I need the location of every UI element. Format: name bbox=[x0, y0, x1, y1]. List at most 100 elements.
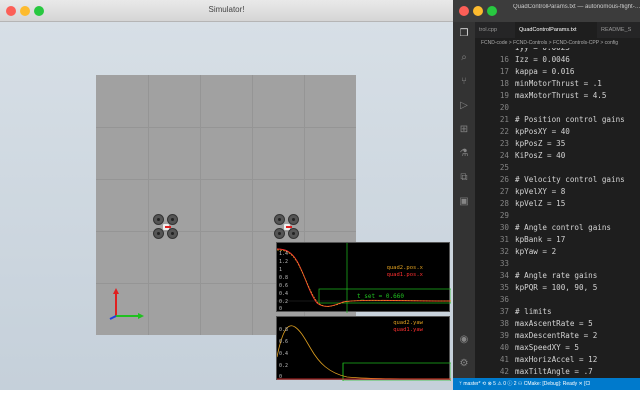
search-icon[interactable]: ⌕ bbox=[458, 52, 470, 64]
ytick: 0.8 bbox=[279, 275, 289, 281]
quad1-drone bbox=[153, 214, 179, 240]
line-number: 20 bbox=[499, 103, 509, 112]
ytick: 0.4 bbox=[279, 351, 289, 357]
line-text: maxSpeedXY = 5 bbox=[515, 343, 580, 352]
run-debug-icon[interactable]: ▷ bbox=[458, 100, 470, 112]
line-text: # Velocity control gains bbox=[515, 175, 625, 184]
line-number: 34 bbox=[499, 271, 509, 280]
code-line[interactable]: 36 bbox=[475, 294, 640, 306]
code-line[interactable]: 32 kpYaw = 2 bbox=[475, 246, 640, 258]
line-number: 41 bbox=[499, 355, 509, 364]
code-line[interactable]: 33 bbox=[475, 258, 640, 270]
vscode-titlebar: QuadControlParams.txt — autonomous-fligh… bbox=[453, 0, 640, 22]
gear-icon[interactable]: ⚙ bbox=[458, 358, 470, 370]
line-text: kpVelZ = 15 bbox=[515, 199, 566, 208]
status-bar[interactable]: ᛘ master* ⟲ ⊗ 5 ⚠ 0 ⓘ 2 ⚇ CMake: [Debug]… bbox=[453, 378, 640, 390]
code-line[interactable]: 40 maxSpeedXY = 5 bbox=[475, 342, 640, 354]
legend-quad1: quad1.pos.x bbox=[386, 272, 423, 278]
line-text: Izz = 0.0046 bbox=[515, 55, 570, 64]
line-number: 30 bbox=[499, 223, 509, 232]
ytick: 0.4 bbox=[279, 291, 289, 297]
line-text: kpVelXY = 8 bbox=[515, 187, 566, 196]
code-line[interactable]: 29 bbox=[475, 210, 640, 222]
code-line[interactable]: 19 maxMotorThrust = 4.5 bbox=[475, 90, 640, 102]
plot-annotation: t_set = 0.660 bbox=[357, 293, 404, 300]
code-line[interactable]: 26 # Velocity control gains bbox=[475, 174, 640, 186]
code-line[interactable]: 28 kpVelZ = 15 bbox=[475, 198, 640, 210]
line-text: # Position control gains bbox=[515, 115, 625, 124]
explorer-icon[interactable]: ❐ bbox=[458, 28, 470, 40]
line-number: 16 bbox=[499, 55, 509, 64]
line-number: 33 bbox=[499, 259, 509, 268]
line-number: 36 bbox=[499, 295, 509, 304]
simulator-window: Simulator! 1.4 1.2 1 0.8 0.6 0.4 0.2 0 q… bbox=[0, 0, 453, 390]
cmake-icon[interactable]: ▣ bbox=[458, 196, 470, 208]
code-line[interactable]: 35 kpPQR = 100, 90, 5 bbox=[475, 282, 640, 294]
line-text: maxDescentRate = 2 bbox=[515, 331, 598, 340]
line-number: 21 bbox=[499, 115, 509, 124]
line-text: kpPosXY = 40 bbox=[515, 127, 570, 136]
line-text: maxHorizAccel = 12 bbox=[515, 355, 598, 364]
ytick: 0.8 bbox=[279, 327, 289, 333]
line-number: 18 bbox=[499, 79, 509, 88]
code-line[interactable]: 18 minMotorThrust = .1 bbox=[475, 78, 640, 90]
breadcrumb[interactable]: FCND-code > FCND-Controls > FCND-Control… bbox=[475, 38, 640, 48]
code-line[interactable]: 34 # Angle rate gains bbox=[475, 270, 640, 282]
line-number: 38 bbox=[499, 319, 509, 328]
ytick: 0.6 bbox=[279, 283, 289, 289]
remote-icon[interactable]: ⧉ bbox=[458, 172, 470, 184]
legend-quad1: quad1.yaw bbox=[393, 327, 423, 333]
line-number: 22 bbox=[499, 127, 509, 136]
maximize-icon[interactable] bbox=[487, 6, 497, 16]
extensions-icon[interactable]: ⊞ bbox=[458, 124, 470, 136]
account-icon[interactable]: ◉ bbox=[458, 334, 470, 346]
tab-control-cpp[interactable]: trol.cpp bbox=[475, 22, 515, 38]
plot-legend: quad2.yaw quad1.yaw bbox=[393, 320, 423, 334]
minimize-icon[interactable] bbox=[473, 6, 483, 16]
code-line[interactable]: 23 kpPosZ = 35 bbox=[475, 138, 640, 150]
3d-viewport[interactable]: 1.4 1.2 1 0.8 0.6 0.4 0.2 0 quad2.pos.x … bbox=[0, 22, 453, 390]
yaw-plot-graph bbox=[277, 325, 451, 381]
ytick: 1.2 bbox=[279, 259, 289, 265]
code-line[interactable]: 21 # Position control gains bbox=[475, 114, 640, 126]
code-line[interactable]: 38 maxAscentRate = 5 bbox=[475, 318, 640, 330]
source-control-icon[interactable]: ⑂ bbox=[458, 76, 470, 88]
code-line[interactable]: 24 KiPosZ = 40 bbox=[475, 150, 640, 162]
line-text: maxMotorThrust = 4.5 bbox=[515, 91, 607, 100]
window-title: QuadControlParams.txt — autonomous-fligh… bbox=[513, 4, 640, 10]
code-line[interactable]: 16 Izz = 0.0046 bbox=[475, 54, 640, 66]
code-line[interactable]: 20 bbox=[475, 102, 640, 114]
quad2-drone bbox=[274, 214, 300, 240]
desktop-background bbox=[0, 390, 640, 400]
code-line[interactable]: 41 maxHorizAccel = 12 bbox=[475, 354, 640, 366]
line-number: 39 bbox=[499, 331, 509, 340]
position-plot[interactable]: 1.4 1.2 1 0.8 0.6 0.4 0.2 0 quad2.pos.x … bbox=[276, 242, 451, 313]
code-line[interactable]: 27 kpVelXY = 8 bbox=[475, 186, 640, 198]
line-number: 35 bbox=[499, 283, 509, 292]
testing-icon[interactable]: ⚗ bbox=[458, 148, 470, 160]
code-line[interactable]: 22 kpPosXY = 40 bbox=[475, 126, 640, 138]
position-plot-graph bbox=[277, 243, 451, 313]
code-line[interactable]: 31 kpBank = 17 bbox=[475, 234, 640, 246]
code-editor[interactable]: Iyy = 0.002316Izz = 0.004617kappa = 0.01… bbox=[475, 48, 640, 382]
code-line[interactable]: 17 kappa = 0.016 bbox=[475, 66, 640, 78]
line-text: # limits bbox=[515, 307, 552, 316]
code-line[interactable]: 39 maxDescentRate = 2 bbox=[475, 330, 640, 342]
line-number: 23 bbox=[499, 139, 509, 148]
activity-bar: ❐ ⌕ ⑂ ▷ ⊞ ⚗ ⧉ ▣ ◉ ⚙ bbox=[453, 22, 475, 390]
line-number: 29 bbox=[499, 211, 509, 220]
line-number: 19 bbox=[499, 91, 509, 100]
code-line[interactable]: 37 # limits bbox=[475, 306, 640, 318]
line-text: # Angle rate gains bbox=[515, 271, 598, 280]
ytick: 1.4 bbox=[279, 251, 289, 257]
line-number: 40 bbox=[499, 343, 509, 352]
close-icon[interactable] bbox=[459, 6, 469, 16]
code-line[interactable]: 30 # Angle control gains bbox=[475, 222, 640, 234]
code-line[interactable]: 25 bbox=[475, 162, 640, 174]
tab-quadcontrolparams[interactable]: QuadControlParams.txt bbox=[515, 22, 597, 38]
legend-quad2: quad2.pos.x bbox=[386, 265, 423, 271]
yaw-plot[interactable]: 0.8 0.6 0.4 0.2 0 quad2.yaw quad1.yaw bbox=[276, 316, 451, 381]
code-line[interactable]: 42 maxTiltAngle = .7 bbox=[475, 366, 640, 378]
tab-readme[interactable]: README_S bbox=[597, 22, 640, 38]
line-number: 25 bbox=[499, 163, 509, 172]
